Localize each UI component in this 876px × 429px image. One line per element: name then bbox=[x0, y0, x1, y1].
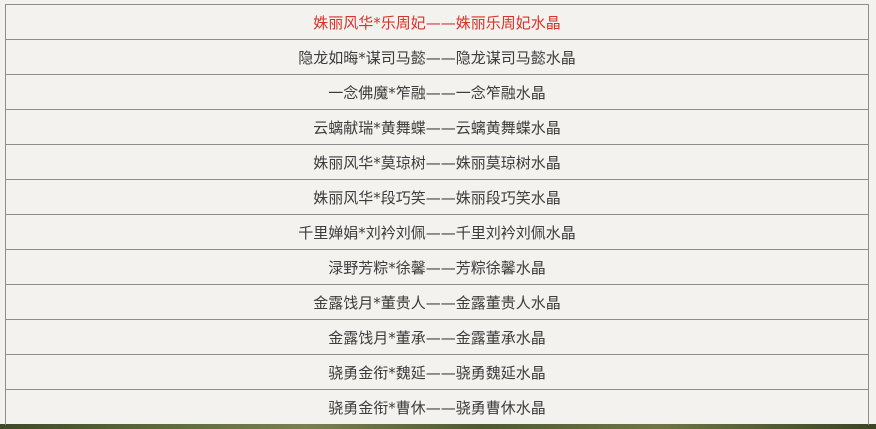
table-row: 骁勇金衔*魏延——骁勇魏延水晶 bbox=[6, 355, 868, 390]
item-table: 姝丽风华*乐周妃——姝丽乐周妃水晶 隐龙如晦*谋司马懿——隐龙谋司马懿水晶 一念… bbox=[5, 4, 869, 425]
table-row: 渌野芳粽*徐馨——芳粽徐馨水晶 bbox=[6, 250, 868, 285]
table-row: 隐龙如晦*谋司马懿——隐龙谋司马懿水晶 bbox=[6, 40, 868, 75]
table-row: 千里婵娟*刘衿刘佩——千里刘衿刘佩水晶 bbox=[6, 215, 868, 250]
table-row: 姝丽风华*段巧笑——姝丽段巧笑水晶 bbox=[6, 180, 868, 215]
table-row: 金露饯月*董承——金露董承水晶 bbox=[6, 320, 868, 355]
table-row: 金露饯月*董贵人——金露董贵人水晶 bbox=[6, 285, 868, 320]
content-page: 姝丽风华*乐周妃——姝丽乐周妃水晶 隐龙如晦*谋司马懿——隐龙谋司马懿水晶 一念… bbox=[0, 0, 876, 425]
table-row: 云螭献瑞*黄舞蝶——云螭黄舞蝶水晶 bbox=[6, 110, 868, 145]
table-row: 姝丽风华*乐周妃——姝丽乐周妃水晶 bbox=[6, 5, 868, 40]
table-row: 一念佛魔*笮融——一念笮融水晶 bbox=[6, 75, 868, 110]
table-row: 姝丽风华*莫琼树——姝丽莫琼树水晶 bbox=[6, 145, 868, 180]
table-row: 骁勇金衔*曹休——骁勇曹休水晶 bbox=[328, 399, 546, 417]
